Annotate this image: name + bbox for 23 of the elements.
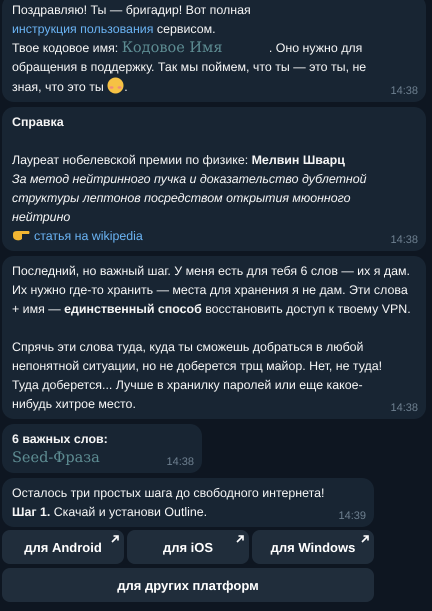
emoji-icon [107,77,124,94]
arrow-icon [111,535,119,543]
keyboard-button[interactable]: для Windows [252,530,374,564]
message-text: 6 важных слов: Seed-Фраза [12,431,109,468]
keyboard-button[interactable]: для iOS [127,530,249,564]
message-text: Спрячь эти слова туда, куда ты сможешь добраться в любой непонятной ситуации, но не доберется трщ майор. Нет, не туда! Туда доберется... Лучше в хранилку паролей или еще какое-нибудь хитрое место. [12,339,384,413]
arrow-icon [361,535,369,543]
link[interactable]: статья на wikipedia [34,229,143,243]
message-time: 14:38 [390,84,418,98]
message-text: Осталось три простых шага до свободного интернета! Шаг 1. Скачай и установи Outline. [12,485,326,521]
message-text: Поздравляю! Ты — бригадир! Вот полная инструкция пользования сервисом. Твое кодовое имя: Кодовое Имя . Оно нужно для обращения в поддержку. Так мы поймем, что ты — это ты, не зная, что это ты . [12,2,368,96]
message-time: 14:39 [338,509,366,523]
link[interactable]: инструкция пользования [12,22,154,36]
keyboard-button[interactable]: для других платформ [2,568,374,602]
keyboard-button[interactable]: для Android [2,530,124,564]
pointing-hand-icon [12,229,30,241]
message-text: Справка [12,114,65,131]
arrow-icon [236,535,244,543]
message-time: 14:38 [390,233,418,247]
message-text: Последний, но важный шаг. У меня есть для тебя 6 слов — их я дам. Их нужно где-то хранить — места для хранения я не дам. Эти слова + имя — единственный способ восстановить доступ к твоему VPN. [12,263,412,318]
message-time: 14:38 [166,455,194,469]
message-time: 14:38 [390,401,418,415]
message-text: Лауреат нобелевской премии по физике: Мелвин Шварц За метод нейтринного пучка и доказательство дублетной структуры лептонов посредством открытия мюонного нейтрино статья на wikipedia [12,152,368,245]
